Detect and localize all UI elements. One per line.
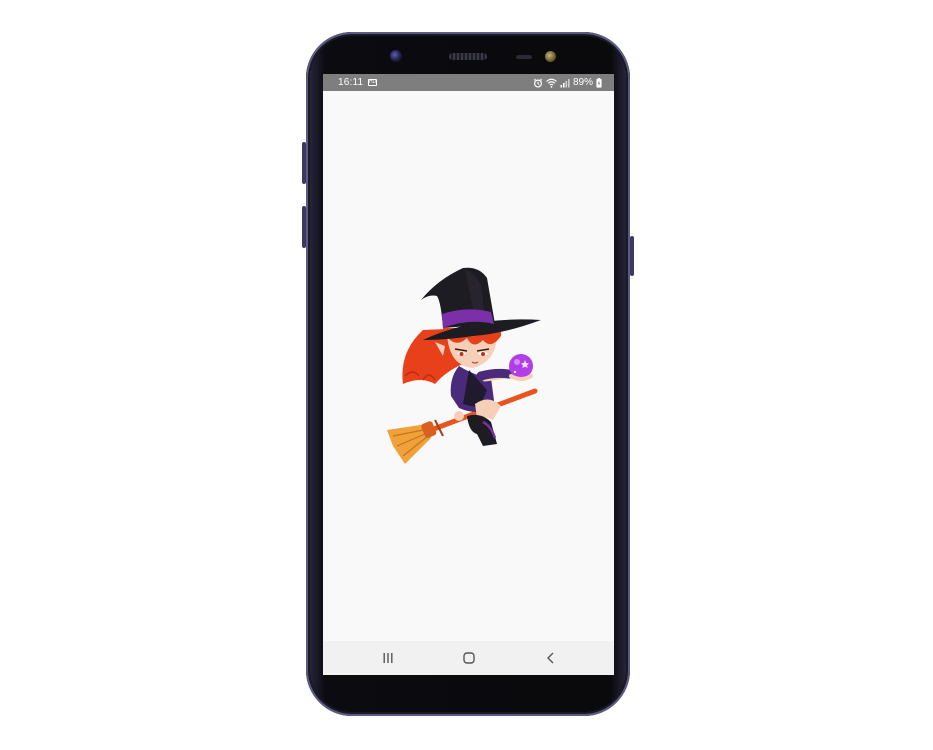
home-icon <box>463 652 475 664</box>
front-flash-icon <box>545 51 556 62</box>
recents-button[interactable] <box>363 641 413 675</box>
status-time: 16:11 <box>338 77 364 88</box>
power-button <box>630 236 634 276</box>
recents-icon <box>383 653 393 663</box>
navigation-bar <box>323 641 614 675</box>
back-button[interactable] <box>526 641 576 675</box>
status-bar: 16:11 HD 89% <box>323 74 614 91</box>
home-button[interactable] <box>444 641 494 675</box>
phone-screen: 16:11 HD 89% <box>323 74 614 675</box>
hd-badge-icon: HD <box>368 79 377 86</box>
magic-orb <box>509 354 533 378</box>
back-icon <box>547 652 554 664</box>
front-camera-icon <box>390 50 402 62</box>
witch-on-broom-illustration <box>387 267 541 464</box>
proximity-sensor <box>516 55 532 59</box>
signal-icon <box>560 78 570 87</box>
earpiece-speaker <box>449 53 487 60</box>
battery-percent: 89% <box>572 77 593 88</box>
battery-charging-icon <box>596 77 602 88</box>
screenshot-canvas: 16:11 HD 89% <box>0 0 933 750</box>
alarm-icon <box>533 78 543 88</box>
status-indicators: 89% <box>533 74 602 91</box>
wifi-icon <box>546 78 557 88</box>
